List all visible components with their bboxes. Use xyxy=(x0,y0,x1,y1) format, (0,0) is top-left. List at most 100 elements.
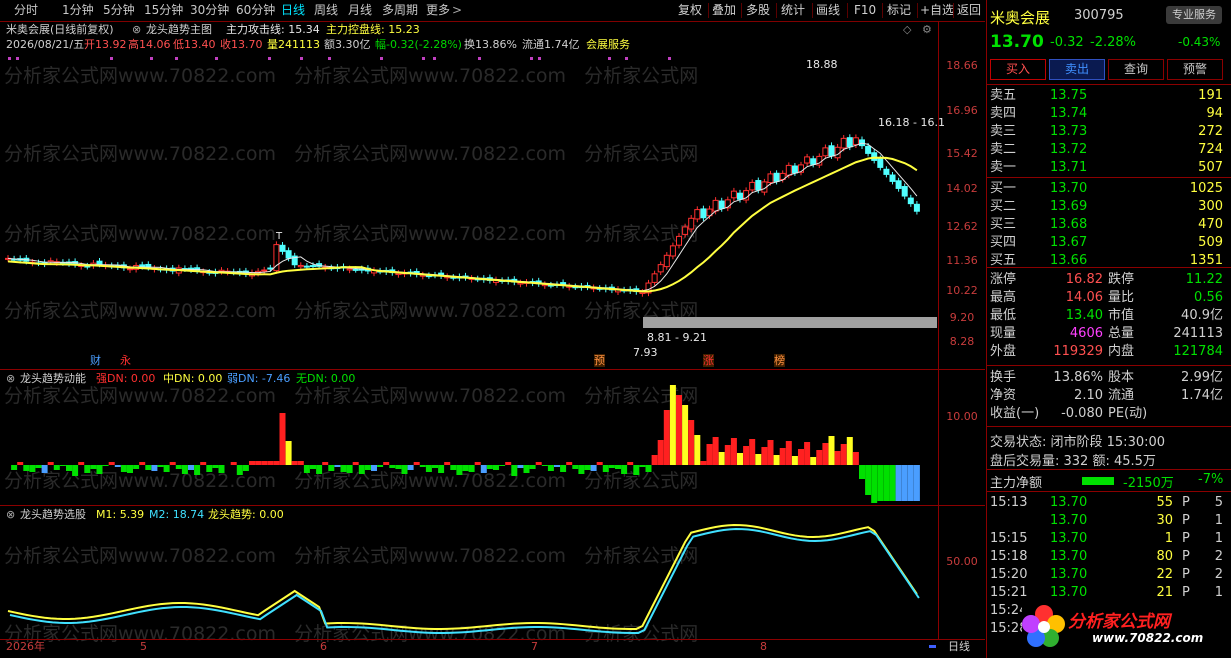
candle-body xyxy=(261,269,268,272)
momentum-bar xyxy=(895,465,902,501)
momentum-bar xyxy=(865,465,872,495)
scroll-indicator[interactable] xyxy=(929,645,936,648)
order-book-row[interactable]: 卖四 13.74 94 xyxy=(986,105,1231,123)
add-watchlist-button[interactable]: +自选 xyxy=(920,2,954,19)
tab-weekly[interactable]: 周线 xyxy=(314,3,338,18)
candle-body xyxy=(810,158,817,165)
tick-row[interactable]: 15:15 13.70 1 P 1 xyxy=(986,530,1231,548)
event-marker[interactable]: 永 xyxy=(120,354,131,367)
finance-marker[interactable]: 财 xyxy=(90,354,101,367)
tab-multi-period[interactable]: 多周期 xyxy=(382,3,418,18)
momentum-bar xyxy=(627,462,634,465)
buy-button[interactable]: 买入 xyxy=(990,59,1046,80)
forecast-marker[interactable]: 预 xyxy=(594,354,605,367)
order-book-row[interactable]: 买二 13.69 300 xyxy=(986,198,1231,216)
tab-1min[interactable]: 1分钟 xyxy=(62,3,94,18)
momentum-bar xyxy=(718,452,725,465)
restore-rights-button[interactable]: 复权 xyxy=(678,2,702,19)
stat-label: 最高 xyxy=(990,290,1017,305)
stat-value: 2.10 xyxy=(1074,388,1103,403)
chart-area[interactable]: 分析家公式网www.70822.com 分析家公式网www.70822.com … xyxy=(0,21,985,645)
statistics-button[interactable]: 统计 xyxy=(781,2,805,19)
tick-row[interactable]: 15:13 13.70 55 P 5 xyxy=(986,494,1231,512)
order-book-row[interactable]: 买三 13.68 470 xyxy=(986,216,1231,234)
momentum-bar xyxy=(584,465,591,470)
tick-volume: 30 xyxy=(1156,513,1173,528)
tab-fenshi[interactable]: 分时 xyxy=(14,3,38,18)
momentum-bar xyxy=(743,446,750,465)
momentum-bar xyxy=(462,465,469,471)
momentum-bar xyxy=(334,465,341,467)
candle-body xyxy=(267,267,274,270)
momentum-bar xyxy=(395,465,402,469)
tick-time: 15:15 xyxy=(990,531,1028,546)
x-axis-period[interactable]: 日线 xyxy=(948,640,970,654)
momentum-bar xyxy=(852,452,859,465)
net-amount-label: 主力净额 xyxy=(990,476,1043,491)
tab-15min[interactable]: 15分钟 xyxy=(144,3,183,18)
tab-30min[interactable]: 30分钟 xyxy=(190,3,229,18)
stat-label: 内盘 xyxy=(1108,344,1135,359)
level-price: 13.71 xyxy=(1050,160,1088,175)
limit-up-marker[interactable]: 涨 xyxy=(703,354,714,367)
tab-monthly[interactable]: 月线 xyxy=(348,3,372,18)
order-book-row[interactable]: 卖二 13.72 724 xyxy=(986,141,1231,159)
back-button[interactable]: 返回 xyxy=(957,2,981,19)
query-button[interactable]: 查询 xyxy=(1108,59,1164,80)
signal-dot xyxy=(625,57,628,60)
momentum-bar xyxy=(468,465,475,472)
tab-60min[interactable]: 60分钟 xyxy=(236,3,275,18)
industry-tag[interactable]: 专业服务 xyxy=(1166,6,1222,24)
momentum-bar xyxy=(657,440,664,465)
tick-row[interactable]: 15:20 13.70 22 P 2 xyxy=(986,566,1231,584)
candle-body xyxy=(694,209,701,220)
momentum-bar xyxy=(529,465,536,469)
range-annotation: 8.81 - 9.21 xyxy=(647,331,707,344)
momentum-bar xyxy=(41,465,48,473)
tab-more[interactable]: 更多 xyxy=(426,3,450,18)
momentum-bar xyxy=(486,465,493,469)
tick-row[interactable]: 15:18 13.70 80 P 2 xyxy=(986,548,1231,566)
stat-label: 流通 xyxy=(1108,388,1135,403)
momentum-bar xyxy=(352,462,359,465)
tab-daily[interactable]: 日线 xyxy=(281,3,305,18)
order-book-row[interactable]: 卖三 13.73 272 xyxy=(986,123,1231,141)
tick-count: 2 xyxy=(1214,567,1223,582)
momentum-bar xyxy=(59,465,66,466)
sell-button[interactable]: 卖出 xyxy=(1049,59,1105,80)
price-change: -0.32 xyxy=(1050,35,1084,50)
tick-side: P xyxy=(1182,567,1190,582)
stat-label: 市值 xyxy=(1108,308,1135,323)
momentum-bar xyxy=(737,453,743,465)
candle-body xyxy=(688,217,695,230)
stat-row: 现量 4606 总量 241113 xyxy=(986,325,1231,343)
tick-price: 13.70 xyxy=(1050,549,1088,564)
momentum-bar xyxy=(602,465,609,472)
level-price: 13.70 xyxy=(1050,181,1088,196)
candle-body xyxy=(651,273,658,283)
momentum-bar xyxy=(255,461,262,465)
signal-dot xyxy=(300,57,303,60)
overlay-button[interactable]: 叠加 xyxy=(712,2,736,19)
momentum-bar xyxy=(389,465,396,468)
momentum-bar xyxy=(102,465,109,466)
draw-line-button[interactable]: 画线 xyxy=(816,2,840,19)
f10-button[interactable]: F10 xyxy=(854,2,876,19)
order-book-row[interactable]: 买四 13.67 509 xyxy=(986,234,1231,252)
tick-side: P xyxy=(1182,531,1190,546)
stat-value: 11.22 xyxy=(1185,272,1223,287)
mark-button[interactable]: 标记 xyxy=(887,2,911,19)
tick-row[interactable]: 13.70 30 P 1 xyxy=(986,512,1231,530)
momentum-bar xyxy=(688,420,695,465)
multi-stock-button[interactable]: 多股 xyxy=(746,2,770,19)
more-caret-icon[interactable]: > xyxy=(452,3,462,18)
order-book-row[interactable]: 卖五 13.75 191 xyxy=(986,87,1231,105)
alert-button[interactable]: 预警 xyxy=(1167,59,1223,80)
tab-5min[interactable]: 5分钟 xyxy=(103,3,135,18)
order-book-row[interactable]: 卖一 13.71 507 xyxy=(986,159,1231,177)
stat-value: 121784 xyxy=(1173,344,1223,359)
order-book-row[interactable]: 买一 13.70 1025 xyxy=(986,180,1231,198)
dragon-list-marker[interactable]: 榜 xyxy=(774,354,785,367)
momentum-bar xyxy=(645,465,652,472)
stat-value: 1.74亿 xyxy=(1181,388,1223,403)
